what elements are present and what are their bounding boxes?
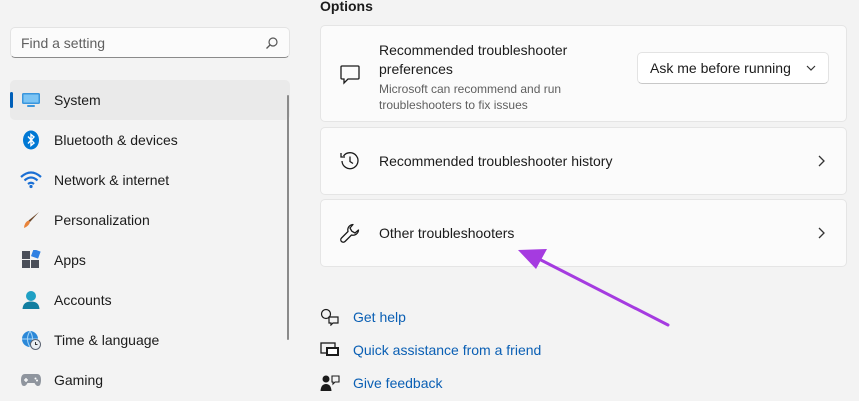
chevron-down-icon bbox=[806, 65, 816, 71]
sidebar-item-bluetooth[interactable]: Bluetooth & devices bbox=[10, 120, 290, 160]
sidebar-item-label: Gaming bbox=[54, 372, 104, 388]
globe-clock-icon bbox=[20, 329, 42, 351]
search-icon[interactable] bbox=[265, 36, 279, 50]
help-chat-icon bbox=[320, 308, 339, 326]
brush-icon bbox=[20, 209, 42, 231]
remote-assist-icon bbox=[320, 341, 339, 356]
dropdown-value: Ask me before running bbox=[650, 60, 791, 76]
gamepad-icon bbox=[20, 369, 42, 391]
get-help-link[interactable]: Get help bbox=[320, 300, 541, 333]
sidebar-item-label: Bluetooth & devices bbox=[54, 132, 178, 148]
wifi-icon bbox=[20, 169, 42, 191]
troubleshooter-preference-dropdown[interactable]: Ask me before running bbox=[637, 52, 829, 84]
sidebar-item-label: Time & language bbox=[54, 332, 160, 348]
chevron-right-icon bbox=[818, 227, 825, 239]
wrench-icon bbox=[340, 223, 360, 243]
card-title: Recommended troubleshooter preferences bbox=[379, 42, 568, 77]
give-feedback-link[interactable]: Give feedback bbox=[320, 366, 541, 399]
card-subtitle: Microsoft can recommend and run troubles… bbox=[379, 82, 562, 112]
history-icon bbox=[340, 152, 359, 170]
sidebar-item-label: Apps bbox=[54, 252, 86, 268]
link-label: Quick assistance from a friend bbox=[353, 341, 542, 358]
sidebar-item-label: Network & internet bbox=[54, 172, 170, 188]
sidebar-item-accounts[interactable]: Accounts bbox=[10, 280, 290, 320]
sidebar-item-gaming[interactable]: Gaming bbox=[10, 360, 290, 400]
quick-assistance-link[interactable]: Quick assistance from a friend bbox=[320, 333, 541, 366]
sidebar-item-label: System bbox=[54, 92, 101, 108]
sidebar-item-label: Personalization bbox=[54, 212, 150, 228]
chat-bubble-icon bbox=[340, 65, 360, 85]
sidebar-item-label: Accounts bbox=[54, 292, 112, 308]
troubleshooter-history-card[interactable]: Recommended troubleshooter history bbox=[320, 127, 847, 195]
link-label: Get help bbox=[353, 308, 406, 325]
sidebar-item-system[interactable]: System bbox=[10, 80, 290, 120]
link-label: Give feedback bbox=[353, 374, 443, 391]
monitor-icon bbox=[20, 89, 42, 111]
account-icon bbox=[20, 289, 42, 311]
sidebar-item-time-language[interactable]: Time & language bbox=[10, 320, 290, 360]
search-box[interactable]: Find a setting bbox=[10, 27, 290, 58]
search-placeholder: Find a setting bbox=[21, 34, 106, 51]
sidebar-item-apps[interactable]: Apps bbox=[10, 240, 290, 280]
card-title: Other troubleshooters bbox=[379, 225, 515, 241]
apps-icon bbox=[20, 249, 42, 271]
chevron-right-icon bbox=[818, 155, 825, 167]
help-links: Get help Quick assistance from a friend … bbox=[320, 300, 541, 399]
troubleshooter-preferences-card: Recommended troubleshooter preferences M… bbox=[320, 25, 847, 122]
feedback-icon bbox=[320, 374, 340, 391]
other-troubleshooters-card[interactable]: Other troubleshooters bbox=[320, 199, 847, 267]
sidebar-scrollbar[interactable] bbox=[287, 95, 289, 340]
card-title: Recommended troubleshooter history bbox=[379, 153, 613, 169]
section-title: Options bbox=[320, 0, 373, 14]
sidebar-item-network[interactable]: Network & internet bbox=[10, 160, 290, 200]
sidebar-nav: System Bluetooth & devices Network & int… bbox=[10, 80, 290, 400]
sidebar-item-personalization[interactable]: Personalization bbox=[10, 200, 290, 240]
bluetooth-icon bbox=[20, 129, 42, 151]
